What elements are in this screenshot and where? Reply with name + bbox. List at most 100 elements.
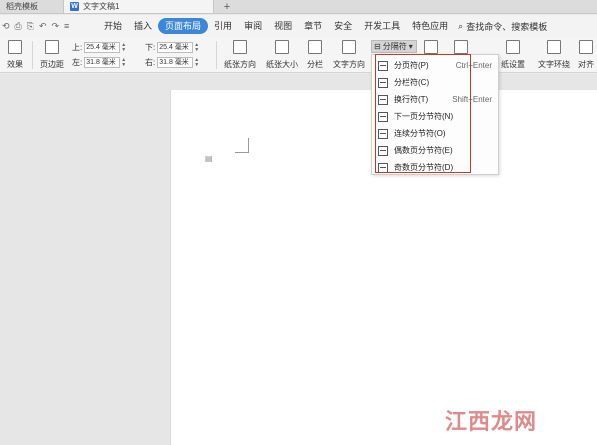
continuous-section-break-label: 连续分节符(O) xyxy=(394,129,446,138)
margins-label: 页边距 xyxy=(40,60,64,69)
margin-bottom-input[interactable]: 25.4 毫米 xyxy=(157,42,194,53)
margin-corner-mark xyxy=(248,138,249,153)
separator-icon: ⊟ xyxy=(374,42,381,51)
text-direction-label: 文字方向 xyxy=(333,60,365,69)
column-break-label: 分栏符(C) xyxy=(394,78,430,87)
paper-size-button[interactable]: 纸张大小 xyxy=(262,37,302,73)
margins-button[interactable]: 页边距 xyxy=(36,37,68,73)
effects-button[interactable]: 效果 xyxy=(2,37,28,73)
separator-dropdown: 分页符(P) Ctrl+Enter 分栏符(C) 换行符(T) Shift+En… xyxy=(371,54,499,175)
new-tab-button[interactable]: + xyxy=(220,0,234,13)
margin-bottom-label: 下: xyxy=(145,43,156,52)
margin-bottom-spinner[interactable]: ▲ ▼ xyxy=(194,42,199,53)
paper-size-label: 纸张大小 xyxy=(266,60,298,69)
menu-references[interactable]: 引用 xyxy=(208,18,238,34)
separator-button[interactable]: ⊟ 分隔符 ▾ xyxy=(371,40,417,53)
menu-home[interactable]: 开始 xyxy=(98,18,128,34)
separator-label: 分隔符 xyxy=(382,42,407,51)
watermark: 江西龙网 xyxy=(445,409,538,435)
margin-left-input[interactable]: 31.8 毫米 xyxy=(84,57,121,68)
menu-insert[interactable]: 插入 xyxy=(128,18,158,34)
margin-top-input[interactable]: 25.4 毫米 xyxy=(84,42,121,53)
text-direction-icon xyxy=(342,40,356,54)
line-break-shortcut: Shift+Enter xyxy=(452,95,492,104)
margin-right-spinner[interactable]: ▲ ▼ xyxy=(194,57,199,68)
ribbon-divider xyxy=(216,41,217,69)
margin-left-label: 左: xyxy=(72,58,83,67)
menu-developer[interactable]: 开发工具 xyxy=(358,18,406,34)
page-break-icon xyxy=(378,60,388,71)
next-page-section-break-item[interactable]: 下一页分节符(N) xyxy=(372,108,498,125)
menu-bar: ⟲ ⎙ ⎘ ↶ ↷ ≡ 开始 插入 页面布局 引用 审阅 视图 章节 安全 开发… xyxy=(0,15,597,37)
menu-sections[interactable]: 章节 xyxy=(298,18,328,34)
line-numbers-icon xyxy=(424,40,438,54)
page-break-shortcut: Ctrl+Enter xyxy=(455,61,492,70)
orientation-icon xyxy=(233,40,247,54)
tab-bar: 稻壳模板 W 文字文稿1 + xyxy=(0,0,597,14)
margin-top-label: 上: xyxy=(72,43,83,52)
margin-left-spinner[interactable]: ▲ ▼ xyxy=(121,57,126,68)
print-preview-icon[interactable]: ⎘ xyxy=(27,21,34,32)
next-page-section-break-label: 下一页分节符(N) xyxy=(394,112,454,121)
page-border-icon xyxy=(454,40,468,54)
orientation-button[interactable]: 纸张方向 xyxy=(220,37,260,73)
main-menu: 开始 插入 页面布局 引用 审阅 视图 章节 安全 开发工具 特色应用 ⌕ 查找… xyxy=(98,18,547,34)
line-break-item[interactable]: 换行符(T) Shift+Enter xyxy=(372,91,498,108)
margin-corner-mark xyxy=(235,152,249,153)
columns-label: 分栏 xyxy=(307,60,323,69)
menu-review[interactable]: 审阅 xyxy=(238,18,268,34)
margin-top-row: 上: 25.4 毫米 ▲ ▼ xyxy=(72,42,126,53)
even-page-section-break-icon xyxy=(378,145,388,156)
align-button[interactable]: 对齐 xyxy=(576,37,596,73)
print-icon[interactable]: ⎙ xyxy=(15,21,22,32)
menu-features[interactable]: 特色应用 xyxy=(406,18,454,34)
search-icon: ⌕ xyxy=(458,20,464,31)
menu-page-layout[interactable]: 页面布局 xyxy=(158,18,209,34)
refresh-icon[interactable]: ⟲ xyxy=(2,21,10,32)
chevron-down-icon: ▾ xyxy=(408,42,413,51)
customize-icon[interactable]: ≡ xyxy=(64,21,69,31)
paper-settings-icon xyxy=(506,40,520,54)
tab-templates[interactable]: 稻壳模板 xyxy=(0,0,64,13)
text-wrap-button[interactable]: 文字环绕 xyxy=(536,37,572,73)
column-break-item[interactable]: 分栏符(C) xyxy=(372,74,498,91)
paper-settings-button[interactable]: 纸设置 xyxy=(498,37,528,73)
document-area: ▤ xyxy=(0,74,597,445)
page-break-item[interactable]: 分页符(P) Ctrl+Enter xyxy=(372,57,498,74)
paste-options-icon[interactable]: ▤ xyxy=(205,154,215,163)
undo-icon[interactable]: ↶ xyxy=(39,21,47,32)
margin-bottom-row: 下: 25.4 毫米 ▲ ▼ xyxy=(145,42,199,53)
paper-size-icon xyxy=(275,40,289,54)
ribbon-divider xyxy=(32,41,33,69)
paper-settings-label: 纸设置 xyxy=(501,60,525,69)
even-page-section-break-item[interactable]: 偶数页分节符(E) xyxy=(372,142,498,159)
line-break-icon xyxy=(378,94,388,105)
word-doc-icon: W xyxy=(70,2,79,11)
menu-security[interactable]: 安全 xyxy=(328,18,358,34)
menu-view[interactable]: 视图 xyxy=(268,18,298,34)
continuous-section-break-icon xyxy=(378,128,388,139)
text-direction-button[interactable]: 文字方向 xyxy=(330,37,368,73)
align-icon xyxy=(579,40,593,54)
text-wrap-icon xyxy=(547,40,561,54)
margin-top-spinner[interactable]: ▲ ▼ xyxy=(121,42,126,53)
margin-right-row: 右: 31.8 毫米 ▲ ▼ xyxy=(145,57,199,68)
orientation-label: 纸张方向 xyxy=(224,60,256,69)
effects-label: 效果 xyxy=(7,60,23,69)
command-search[interactable]: ⌕ 查找命令、搜索模板 xyxy=(458,20,547,33)
margins-icon xyxy=(45,40,59,54)
quick-access-toolbar: ⟲ ⎙ ⎘ ↶ ↷ ≡ xyxy=(0,21,98,32)
column-break-icon xyxy=(378,77,388,88)
odd-page-section-break-item[interactable]: 奇数页分节符(D) xyxy=(372,159,498,176)
redo-icon[interactable]: ↷ xyxy=(52,21,60,32)
margin-right-label: 右: xyxy=(145,58,156,67)
columns-button[interactable]: 分栏 xyxy=(304,37,326,73)
margin-right-input[interactable]: 31.8 毫米 xyxy=(157,57,194,68)
next-page-section-break-icon xyxy=(378,111,388,122)
ribbon: 效果 页边距 上: 25.4 毫米 ▲ ▼ 左: 31.8 毫米 ▲ ▼ 下: 25… xyxy=(0,37,597,73)
tab-document[interactable]: W 文字文稿1 xyxy=(64,0,214,13)
align-label: 对齐 xyxy=(578,60,594,69)
continuous-section-break-item[interactable]: 连续分节符(O) xyxy=(372,125,498,142)
odd-page-section-break-icon xyxy=(378,162,388,173)
tab-document-label: 文字文稿1 xyxy=(83,2,120,11)
